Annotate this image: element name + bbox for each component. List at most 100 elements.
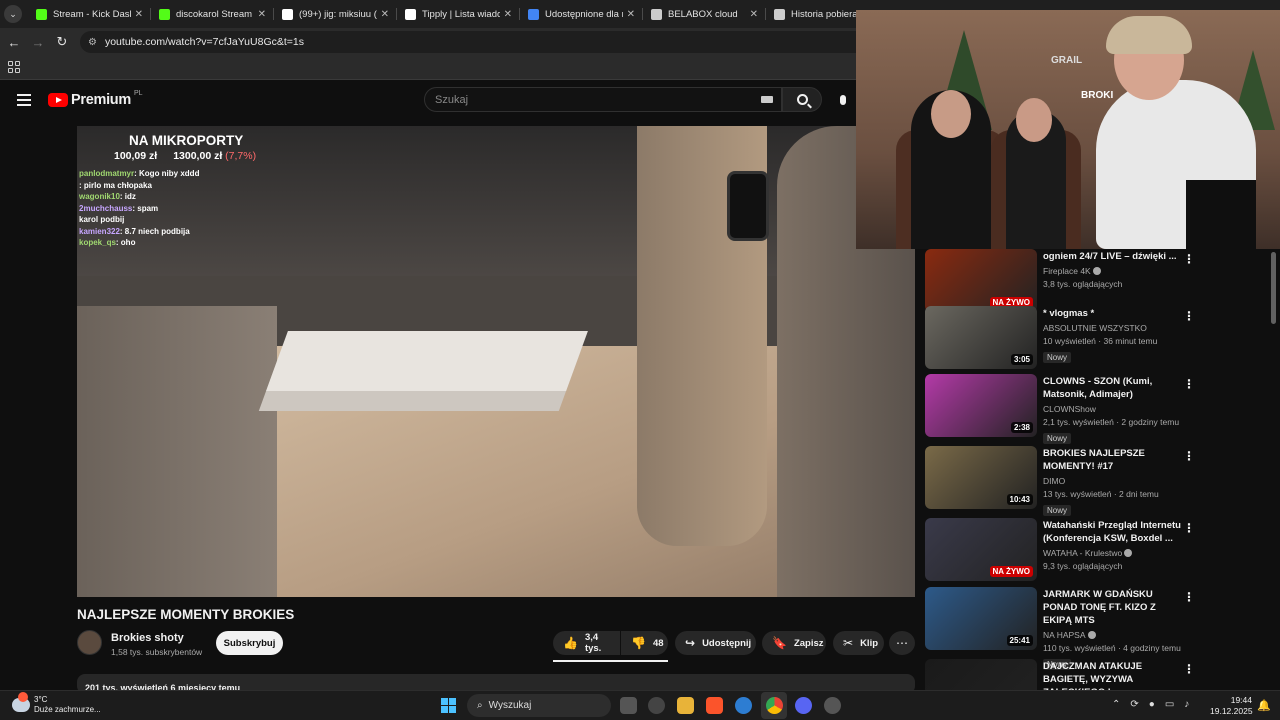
recommended-title[interactable]: CLOWNS - SZON (Kumi, Matsonik, Adimajer) — [1043, 375, 1183, 401]
video-thumbnail[interactable]: 10:43 — [925, 446, 1037, 509]
chrome-icon[interactable] — [766, 697, 783, 714]
channel-avatar[interactable] — [77, 630, 102, 655]
new-badge: Nowy — [1043, 505, 1072, 516]
more-options-icon[interactable]: ⋮ — [1183, 449, 1195, 463]
obs-icon[interactable] — [648, 697, 665, 714]
tray-mic-icon[interactable]: ● — [1149, 699, 1155, 710]
file-explorer-icon[interactable] — [677, 697, 694, 714]
browser-tab[interactable]: discokarol Stream - V ✕ — [151, 0, 274, 28]
video-thumbnail[interactable]: NA ŻYWO — [925, 249, 1037, 312]
more-options-icon[interactable]: ⋮ — [1183, 309, 1195, 323]
recommended-channel[interactable]: Fireplace 4K — [1043, 266, 1091, 276]
youtube-logo[interactable]: Premium PL — [48, 90, 143, 108]
chat-message: 2muchchauss: spam — [79, 203, 199, 215]
more-options-icon[interactable]: ⋮ — [1183, 590, 1195, 604]
more-options-icon[interactable]: ⋮ — [1183, 521, 1195, 535]
recommended-video[interactable]: 25:41 JARMARK W GDAŃSKU PONAD TONĘ FT. KI… — [925, 587, 1225, 670]
search-button[interactable] — [782, 87, 822, 112]
kick-icon — [36, 8, 47, 20]
tab-close-icon[interactable]: ✕ — [258, 9, 266, 20]
browser-tab[interactable]: Tipply | Lista wiadom ✕ — [397, 0, 520, 28]
more-options-icon[interactable]: ⋮ — [1183, 377, 1195, 391]
browser-tab[interactable]: Udostępnione dla mn ✕ — [520, 0, 643, 28]
sidebar-scrollbar[interactable] — [1271, 252, 1276, 324]
reload-icon[interactable]: ↻ — [50, 34, 74, 50]
windows-start-icon[interactable] — [441, 698, 456, 713]
chat-username: panlodmatmyr — [79, 169, 135, 178]
like-ratio-bar — [553, 660, 668, 662]
keyboard-icon[interactable] — [761, 96, 773, 103]
back-arrow-icon[interactable]: ← — [2, 35, 26, 50]
tab-close-icon[interactable]: ✕ — [504, 9, 512, 20]
recommended-channel[interactable]: DIMO — [1043, 476, 1065, 486]
browser-tab[interactable]: BELABOX cloud ✕ — [643, 0, 766, 28]
recommended-title[interactable]: ogniem 24/7 LIVE – dźwięki ... — [1043, 250, 1183, 263]
recommended-channel[interactable]: WATAHA - Krulestwo — [1043, 548, 1122, 558]
new-badge: Nowy — [1043, 433, 1072, 444]
recommended-meta: 3,8 tys. oglądających — [1043, 279, 1123, 289]
recommended-video[interactable]: 2:38 CLOWNS - SZON (Kumi, Matsonik, Adima… — [925, 374, 1225, 444]
weather-widget[interactable]: 3°C Duże zachmurze... — [12, 692, 101, 715]
recommended-title[interactable]: BROKIES NAJLEPSZE MOMENTY! #17 — [1043, 447, 1183, 473]
voice-search-button[interactable] — [832, 89, 854, 111]
brave-browser-icon[interactable] — [706, 697, 723, 714]
notification-bell-icon[interactable]: 🔔 — [1257, 699, 1271, 712]
forward-arrow-icon[interactable]: → — [26, 35, 50, 50]
tray-network-icon[interactable]: ▭ — [1165, 699, 1174, 710]
chat-text: : Kogo niby xddd — [134, 169, 200, 178]
tab-search-chevron-icon[interactable]: ⌄ — [4, 5, 22, 23]
kick-icon — [159, 8, 170, 20]
recommended-channel[interactable]: CLOWNShow — [1043, 404, 1096, 414]
save-button[interactable]: 🔖 Zapisz — [762, 631, 826, 655]
tray-volume-icon[interactable]: ♪ — [1184, 699, 1189, 710]
more-options-icon[interactable]: ⋮ — [1183, 662, 1195, 676]
taskbar-search[interactable]: ⌕ Wyszukaj — [467, 694, 611, 717]
person-right-hair — [1106, 16, 1192, 54]
channel-name[interactable]: Brokies shoty — [111, 632, 184, 644]
dislike-button[interactable]: 👎 48 — [621, 631, 668, 655]
recommended-video[interactable]: NA ŻYWO ogniem 24/7 LIVE – dźwięki ... Fir… — [925, 249, 1225, 313]
goal-target: 1300,00 zł — [173, 150, 223, 162]
menu-hamburger-icon[interactable] — [17, 94, 31, 106]
more-actions-icon[interactable]: ⋯ — [889, 631, 915, 655]
recommended-video[interactable]: 10:43 BROKIES NAJLEPSZE MOMENTY! #17 DIMO 1… — [925, 446, 1225, 516]
tab-close-icon[interactable]: ✕ — [381, 9, 389, 20]
settings-gear-icon[interactable] — [824, 697, 841, 714]
more-options-icon[interactable]: ⋮ — [1183, 252, 1195, 266]
apps-grid-icon[interactable] — [8, 61, 20, 73]
tab-close-icon[interactable]: ✕ — [627, 9, 635, 20]
recommended-title[interactable]: Watahański Przegląd Internetu (Konferenc… — [1043, 519, 1183, 545]
recommended-video[interactable]: NA ŻYWO Watahański Przegląd Internetu (Ko… — [925, 518, 1225, 582]
task-view-icon[interactable] — [620, 697, 637, 714]
thumbs-up-icon: 👍 — [563, 636, 578, 650]
recommended-channel[interactable]: ABSOLUTNIE WSZYSTKO — [1043, 323, 1147, 333]
like-button[interactable]: 👍 3,4 tys. — [553, 631, 620, 655]
video-thumbnail[interactable]: 3:05 — [925, 306, 1037, 369]
share-button[interactable]: ↪ Udostępnij — [675, 631, 756, 655]
tray-sync-icon[interactable]: ⟳ — [1130, 699, 1138, 710]
browser-tab[interactable]: (99+) jig: miksiuu (@m ✕ — [274, 0, 397, 28]
recommended-title[interactable]: * vlogmas * — [1043, 307, 1183, 320]
tray-chevron-icon[interactable]: ⌃ — [1112, 699, 1120, 710]
recommended-title[interactable]: JARMARK W GDAŃSKU PONAD TONĘ FT. KIZO Z … — [1043, 588, 1183, 627]
tab-close-icon[interactable]: ✕ — [750, 9, 758, 20]
video-thumbnail[interactable]: 25:41 — [925, 587, 1037, 650]
chat-message: panlodmatmyr: Kogo niby xddd — [79, 168, 199, 180]
chat-text: : pirlo ma chłopaka — [79, 180, 152, 190]
tab-close-icon[interactable]: ✕ — [135, 9, 143, 20]
video-thumbnail[interactable]: 2:38 — [925, 374, 1037, 437]
weather-description: Duże zachmurze... — [34, 705, 101, 714]
video-player[interactable]: NA MIKROPORTY 100,09 zł 1300,00 zł (7,7%… — [77, 126, 915, 597]
site-info-icon[interactable]: ⚙ — [88, 37, 97, 48]
video-thumbnail[interactable]: NA ŻYWO — [925, 518, 1037, 581]
subscribe-button[interactable]: Subskrybuj — [216, 631, 283, 655]
search-input[interactable]: Szukaj — [424, 87, 782, 112]
taskbar-clock[interactable]: 19:44 19.12.2025 — [1210, 695, 1253, 717]
clip-button[interactable]: ✂ Klip — [833, 631, 884, 655]
capcut-icon[interactable] — [735, 697, 752, 714]
recommended-video[interactable]: 3:05 * vlogmas * ABSOLUTNIE WSZYSTKO 10 wyś… — [925, 306, 1225, 370]
browser-tab[interactable]: Stream - Kick Dashbo ✕ — [28, 0, 151, 28]
webcam-overlay: GRAIL BROKI — [856, 10, 1280, 249]
discord-icon[interactable] — [795, 697, 812, 714]
recommended-channel[interactable]: NA HAPSA — [1043, 630, 1086, 640]
